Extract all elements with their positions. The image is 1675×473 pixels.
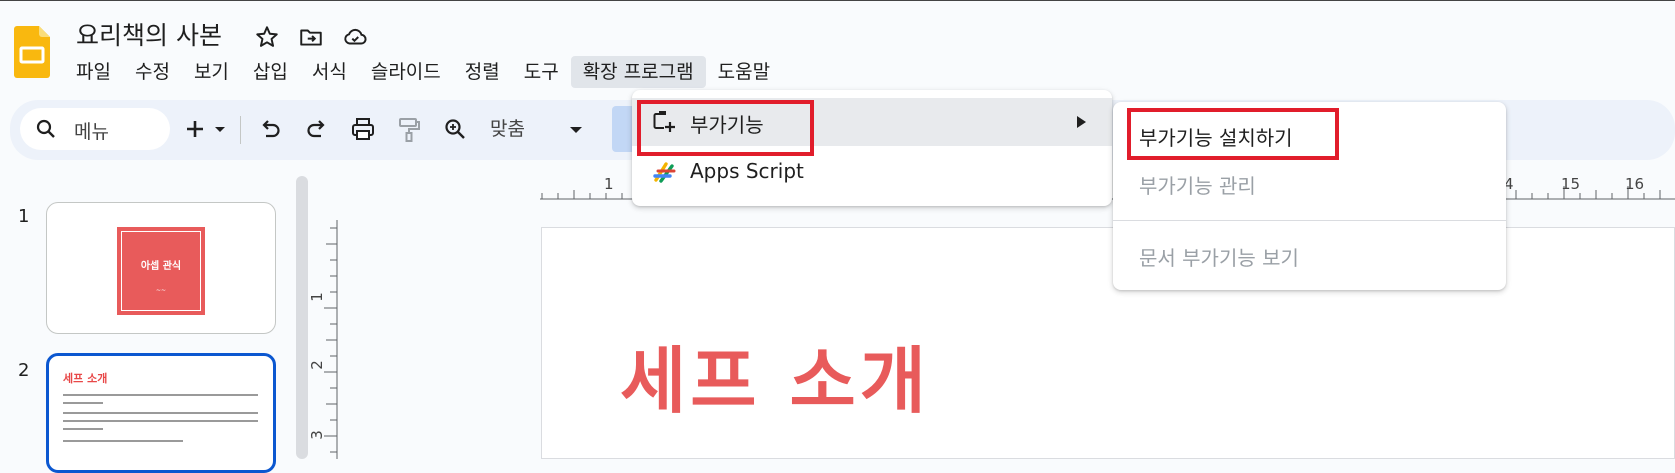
highlight-box-get-add-ons xyxy=(1127,108,1339,160)
menu-search-box[interactable]: 메뉴 xyxy=(20,108,170,150)
thumbnail-text-line xyxy=(63,428,103,430)
toolbar-divider xyxy=(240,116,241,144)
menu-separator xyxy=(1113,220,1506,221)
menu-item-label: Apps Script xyxy=(690,159,804,183)
new-slide-plus-icon[interactable] xyxy=(180,114,210,144)
menu-arrange[interactable]: 정렬 xyxy=(453,56,512,88)
ruler-label: 1 xyxy=(307,292,326,302)
menu-insert[interactable]: 삽입 xyxy=(241,56,300,88)
slides-logo-icon[interactable] xyxy=(14,26,50,78)
print-icon[interactable] xyxy=(348,114,378,144)
undo-icon[interactable] xyxy=(255,114,285,144)
menu-item-manage-add-ons: 부가기능 관리 xyxy=(1139,174,1256,198)
star-icon[interactable] xyxy=(254,24,280,50)
thumbnail-title: 세프 소개 xyxy=(63,372,108,385)
thumbnail-text-line xyxy=(63,440,183,442)
zoom-dropdown-icon[interactable] xyxy=(568,114,584,144)
thumbnail-title-card: 아셉 관식 ~~ xyxy=(117,227,205,315)
filmstrip-scrollbar[interactable] xyxy=(296,176,308,459)
ruler-label: 3 xyxy=(307,430,326,440)
menu-tools[interactable]: 도구 xyxy=(512,56,571,88)
slide-thumbnail-1[interactable]: 아셉 관식 ~~ xyxy=(46,202,276,334)
menu-extensions[interactable]: 확장 프로그램 xyxy=(570,56,706,88)
paint-format-icon[interactable] xyxy=(394,114,424,144)
redo-icon[interactable] xyxy=(302,114,332,144)
window-top-border xyxy=(0,0,1675,1)
new-slide-dropdown-icon[interactable] xyxy=(212,114,228,144)
menu-slide[interactable]: 슬라이드 xyxy=(359,56,453,88)
slide-number: 1 xyxy=(18,206,30,227)
move-to-folder-icon[interactable] xyxy=(298,24,324,50)
thumbnail-text-line xyxy=(63,420,258,422)
menu-bar: 파일 수정 보기 삽입 서식 슬라이드 정렬 도구 확장 프로그램 도움말 xyxy=(64,56,782,88)
slide-heading[interactable]: 세프 소개 xyxy=(620,322,930,427)
menu-item-document-add-ons: 문서 부가기능 보기 xyxy=(1139,246,1299,270)
cloud-saved-icon[interactable] xyxy=(342,24,368,50)
menu-view[interactable]: 보기 xyxy=(182,56,241,88)
menu-file[interactable]: 파일 xyxy=(64,56,123,88)
vertical-ruler xyxy=(324,220,338,459)
thumbnail-text-line xyxy=(63,394,258,396)
menu-format[interactable]: 서식 xyxy=(300,56,359,88)
thumbnail-text-line xyxy=(63,402,103,404)
apps-script-icon xyxy=(653,162,676,183)
thumbnail-subtitle: ~~ xyxy=(155,287,167,294)
thumbnail-text-line xyxy=(63,412,258,414)
search-icon xyxy=(36,119,55,138)
ruler-label: 16 xyxy=(1625,175,1645,193)
search-label: 메뉴 xyxy=(74,121,109,143)
document-title[interactable]: 요리책의 사본 xyxy=(76,16,222,52)
slide-number: 2 xyxy=(18,360,30,381)
zoom-select[interactable]: 맞춤 xyxy=(490,114,525,141)
ruler-label: 15 xyxy=(1561,175,1581,193)
zoom-icon[interactable] xyxy=(440,114,470,144)
submenu-arrow-icon xyxy=(1077,116,1086,128)
ruler-label: 1 xyxy=(604,175,614,193)
slide-thumbnail-2[interactable]: 세프 소개 xyxy=(46,353,276,473)
highlight-box-add-ons xyxy=(637,100,814,156)
ruler-label: 2 xyxy=(307,360,326,370)
thumbnail-title: 아셉 관식 xyxy=(140,261,182,272)
menu-edit[interactable]: 수정 xyxy=(123,56,182,88)
menu-help[interactable]: 도움말 xyxy=(706,56,782,88)
select-tool-button[interactable] xyxy=(612,106,632,152)
